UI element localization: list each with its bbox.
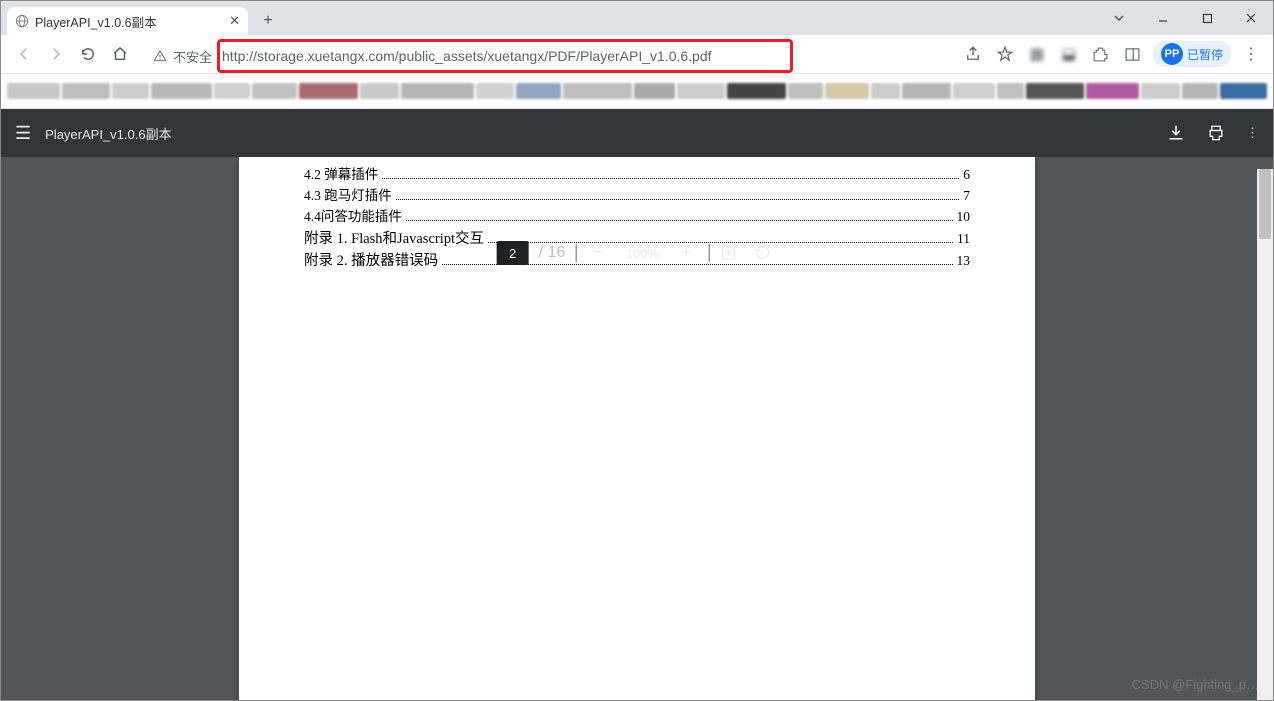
scrollbar-thumb[interactable]: [1259, 169, 1271, 239]
bookmark-item[interactable]: [516, 83, 561, 99]
pdf-viewer: ☰ PlayerAPI_v1.0.6副本 ⋮ / 16 − + 4.2 弹幕插件…: [1, 109, 1273, 700]
bookmark-item[interactable]: [360, 83, 399, 99]
bookmark-item[interactable]: [563, 83, 632, 99]
zoom-in-button[interactable]: +: [674, 244, 698, 262]
home-button[interactable]: [107, 41, 133, 67]
bookmark-item[interactable]: [788, 83, 823, 99]
toc-page-number: 13: [957, 251, 971, 272]
toc-page-number: 10: [957, 207, 971, 228]
extensions-icon[interactable]: [1089, 42, 1113, 66]
fit-page-button[interactable]: [719, 244, 743, 262]
bookmark-item[interactable]: [1220, 83, 1267, 99]
bookmark-item[interactable]: [634, 83, 675, 99]
tab-bar: PlayerAPI_v1.0.6副本 ✕ +: [1, 1, 1273, 35]
new-tab-button[interactable]: +: [254, 7, 282, 35]
close-window-button[interactable]: [1229, 1, 1273, 35]
back-button[interactable]: [11, 41, 37, 67]
toc-label: 4.3 跑马灯插件: [304, 186, 392, 207]
separator: [575, 244, 576, 262]
tab-title: PlayerAPI_v1.0.6副本: [35, 12, 157, 31]
bookmark-item[interactable]: [953, 83, 994, 99]
pdf-toolbar: ☰ PlayerAPI_v1.0.6副本 ⋮: [1, 109, 1273, 157]
pdf-menu-button[interactable]: ☰: [15, 123, 31, 144]
minimize-button[interactable]: [1141, 1, 1185, 35]
vertical-scrollbar[interactable]: [1257, 169, 1273, 700]
bookmark-item[interactable]: [1141, 83, 1180, 99]
bookmark-item[interactable]: [727, 83, 786, 99]
browser-menu-button[interactable]: ⋮: [1239, 42, 1263, 66]
toc-label: 附录 2. 播放器错误码: [304, 250, 438, 272]
separator: [708, 244, 709, 262]
toc-entry[interactable]: 4.3 跑马灯插件 7: [304, 186, 970, 207]
bookmark-item[interactable]: [476, 83, 513, 99]
bookmark-item[interactable]: [677, 83, 724, 99]
toc-label: 4.2 弹幕插件: [304, 165, 378, 186]
security-indicator[interactable]: 不安全: [153, 47, 212, 66]
toc-entry[interactable]: 4.2 弹幕插件 6: [304, 165, 970, 186]
bookmarks-bar: [1, 74, 1273, 109]
toolbar-icon-1[interactable]: ▦: [1025, 42, 1049, 66]
bookmark-item[interactable]: [825, 83, 868, 99]
paused-label: 已暂停: [1187, 46, 1223, 63]
download-button[interactable]: [1166, 123, 1186, 143]
active-tab[interactable]: PlayerAPI_v1.0.6副本 ✕: [7, 7, 248, 35]
bookmark-item[interactable]: [1026, 83, 1083, 99]
toc-page-number: 7: [963, 186, 970, 207]
bookmark-item[interactable]: [902, 83, 951, 99]
url-text: http://storage.xuetangx.com/public_asset…: [222, 48, 712, 64]
security-label: 不安全: [173, 47, 212, 66]
profile-avatar: PP: [1161, 43, 1183, 65]
bookmark-item[interactable]: [7, 83, 60, 99]
share-icon[interactable]: [961, 42, 985, 66]
bookmark-item[interactable]: [1086, 83, 1139, 99]
bookmark-star-icon[interactable]: [993, 42, 1017, 66]
bookmark-item[interactable]: [151, 83, 212, 99]
toc-leader-dots: [406, 220, 953, 221]
print-button[interactable]: [1206, 123, 1226, 143]
maximize-button[interactable]: [1185, 1, 1229, 35]
bookmark-item[interactable]: [112, 83, 149, 99]
rotate-button[interactable]: [753, 244, 777, 262]
zoom-level-input[interactable]: [620, 245, 664, 262]
page-number-input[interactable]: [497, 241, 529, 265]
profile-paused-chip[interactable]: PP 已暂停: [1153, 41, 1231, 67]
bookmark-item[interactable]: [401, 83, 474, 99]
toc-label: 附录 1. Flash和Javascript交互: [304, 228, 484, 250]
bookmark-item[interactable]: [252, 83, 297, 99]
toc-label: 4.4问答功能插件: [304, 207, 402, 228]
pdf-document-title: PlayerAPI_v1.0.6副本: [45, 124, 171, 143]
globe-icon: [15, 14, 29, 28]
address-bar: 不安全 http://storage.xuetangx.com/public_a…: [1, 35, 1273, 74]
pdf-more-button[interactable]: ⋮: [1246, 125, 1259, 141]
tab-close-button[interactable]: ✕: [229, 13, 240, 29]
toc-leader-dots: [396, 199, 960, 200]
bookmark-item[interactable]: [871, 83, 901, 99]
bookmark-item[interactable]: [214, 83, 249, 99]
watermark-text: CSDN @Fighting_p…: [1132, 677, 1259, 692]
window-dropdown-button[interactable]: [1097, 1, 1141, 35]
page-total-label: / 16: [539, 244, 566, 262]
bookmark-item[interactable]: [997, 83, 1025, 99]
bookmark-item[interactable]: [62, 83, 109, 99]
refresh-button[interactable]: [75, 41, 101, 67]
bookmark-item[interactable]: [1182, 83, 1217, 99]
sidepanel-icon[interactable]: [1121, 42, 1145, 66]
warning-icon: [153, 49, 167, 63]
zoom-out-button[interactable]: −: [586, 244, 610, 262]
forward-button[interactable]: [43, 41, 69, 67]
bookmark-item[interactable]: [299, 83, 358, 99]
window-controls: [1097, 1, 1273, 35]
toolbar-icon-2[interactable]: ⬓: [1057, 42, 1081, 66]
toc-page-number: 6: [963, 165, 970, 186]
toc-page-number: 11: [957, 229, 970, 250]
toc-entry[interactable]: 4.4问答功能插件 10: [304, 207, 970, 228]
toc-leader-dots: [382, 178, 959, 179]
addressbar-right: ▦ ⬓ PP 已暂停 ⋮: [961, 41, 1263, 67]
pdf-toolbar-center: / 16 − +: [497, 229, 778, 277]
